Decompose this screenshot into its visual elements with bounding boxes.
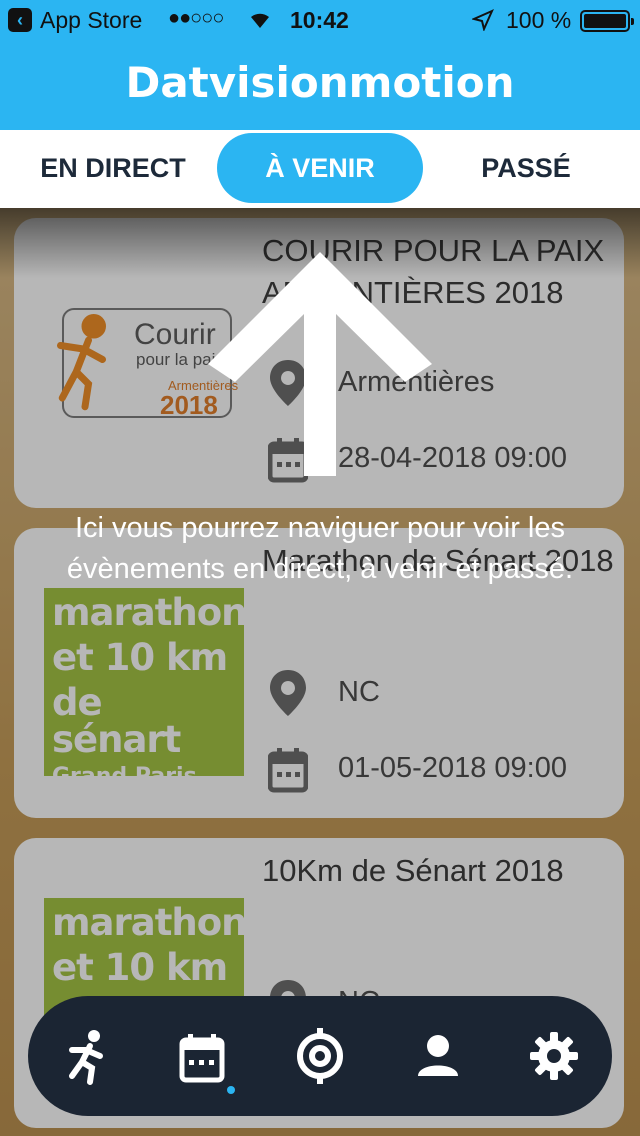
carrier-label[interactable]: App Store xyxy=(40,7,142,34)
tab-en-direct[interactable]: EN DIRECT xyxy=(20,133,206,203)
wifi-icon xyxy=(251,13,269,28)
clock-time: 10:42 xyxy=(290,7,349,33)
battery-percent: 100 % xyxy=(506,7,572,33)
tab-a-venir[interactable]: À VENIR xyxy=(217,133,423,203)
status-bar: ‹ App Store ●●○○○ 10:42 100 % xyxy=(0,0,640,40)
nav-settings[interactable] xyxy=(524,1026,584,1086)
nav-runner[interactable] xyxy=(58,1026,118,1086)
calendar-icon xyxy=(179,1034,225,1083)
battery-icon xyxy=(580,10,634,32)
tab-passe[interactable]: PASSÉ xyxy=(440,133,612,203)
user-icon xyxy=(418,1035,458,1076)
location-arrow-icon xyxy=(472,9,494,31)
nav-calendar[interactable] xyxy=(172,1026,232,1086)
event-tabs: EN DIRECT À VENIR PASSÉ xyxy=(0,130,640,208)
app-logo: Datvisionmotion xyxy=(125,58,515,107)
bottom-navigation xyxy=(28,996,612,1116)
target-icon xyxy=(297,1028,343,1084)
nav-target[interactable] xyxy=(290,1026,350,1086)
back-to-app-store-icon[interactable]: ‹ xyxy=(8,8,32,32)
signal-strength-icon: ●●○○○ xyxy=(168,7,224,29)
up-arrow-icon xyxy=(208,252,432,476)
nav-profile[interactable] xyxy=(408,1026,468,1086)
gear-icon xyxy=(530,1032,578,1080)
runner-icon xyxy=(69,1030,103,1085)
active-tab-indicator xyxy=(227,1086,235,1094)
tutorial-tip-text: Ici vous pourrez naviguer pour voir les … xyxy=(66,512,574,585)
app-header: Datvisionmotion xyxy=(0,40,640,130)
